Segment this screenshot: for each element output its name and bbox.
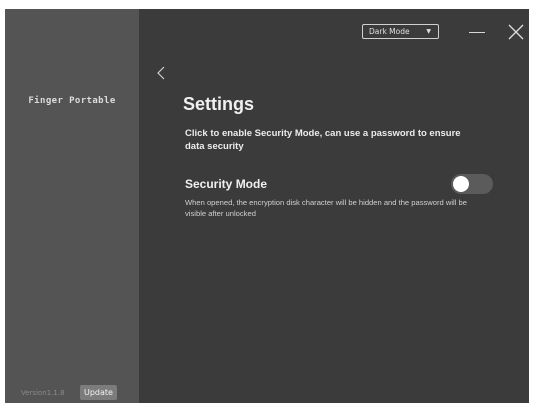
version-label: Version1.1.8 [21, 389, 65, 397]
security-intro-text: Click to enable Security Mode, can use a… [185, 128, 461, 152]
sidebar: Finger Portable Version1.1.8 Update [5, 9, 139, 403]
theme-select-value: Dark Mode [369, 27, 410, 36]
security-mode-label: Security Mode [185, 177, 268, 191]
security-mode-toggle[interactable] [451, 174, 493, 194]
security-mode-description: When opened, the encryption disk charact… [185, 198, 467, 218]
app-window: Finger Portable Version1.1.8 Update Dark… [5, 9, 529, 403]
minimize-icon[interactable] [469, 32, 485, 33]
close-icon[interactable] [507, 23, 525, 41]
caret-down-icon: ▼ [426, 28, 431, 35]
chevron-left-icon[interactable] [156, 66, 166, 80]
app-name: Finger Portable [28, 96, 116, 106]
page-title: Settings [183, 94, 255, 114]
toggle-knob [453, 176, 469, 192]
theme-select[interactable]: Dark Mode ▼ [362, 24, 439, 39]
update-button[interactable]: Update [80, 385, 117, 400]
